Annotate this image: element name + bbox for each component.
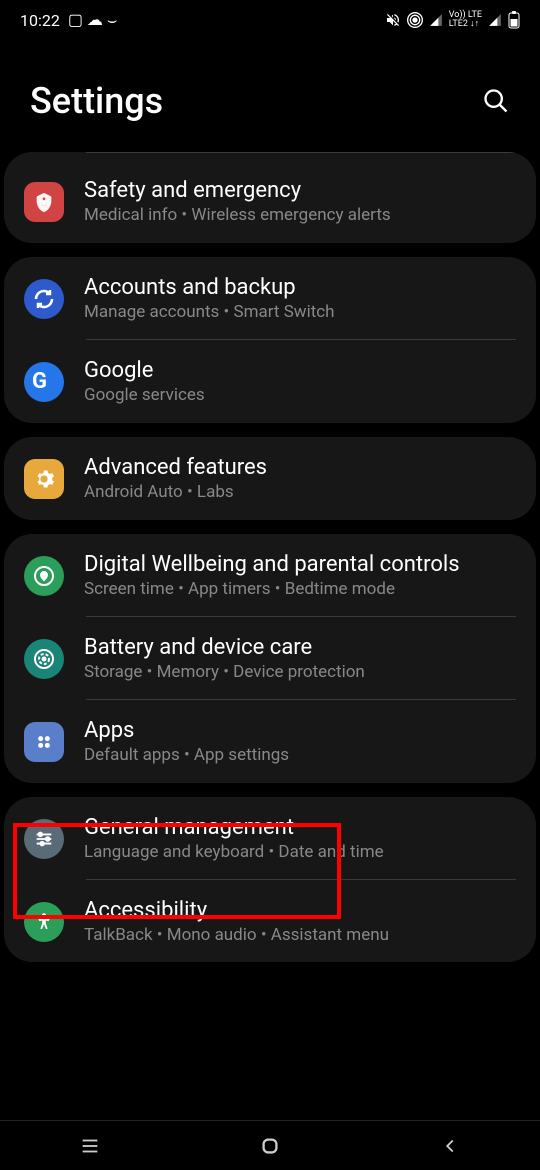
setting-subtitle: Default apps • App settings <box>84 745 516 765</box>
accounts-icon <box>24 279 64 319</box>
safety-icon <box>24 182 64 222</box>
lte-indicator: Vo)) LTELTE2 ↓↑ <box>449 11 482 29</box>
page-title: Settings <box>30 80 163 122</box>
setting-text: General managementLanguage and keyboard … <box>84 815 516 862</box>
settings-list: Safety and emergencyMedical info • Wirel… <box>0 152 540 962</box>
battery-icon <box>508 11 520 29</box>
status-indicators: ▢ ☁ ⌣ <box>68 10 118 30</box>
recent-apps-button[interactable] <box>60 1131 120 1161</box>
setting-text: Digital Wellbeing and parental controlsS… <box>84 552 516 599</box>
setting-item-battery[interactable]: Battery and device careStorage • Memory … <box>4 617 536 700</box>
svg-text:G: G <box>32 370 47 394</box>
status-left: 10:22 ▢ ☁ ⌣ <box>20 10 117 30</box>
setting-item-apps[interactable]: AppsDefault apps • App settings <box>4 700 536 783</box>
back-button[interactable] <box>420 1131 480 1161</box>
search-icon[interactable] <box>482 87 510 115</box>
hotspot-icon <box>407 12 423 28</box>
status-bar: 10:22 ▢ ☁ ⌣ Vo)) LTELTE2 ↓↑ <box>0 0 540 40</box>
setting-subtitle: Language and keyboard • Date and time <box>84 842 516 862</box>
setting-subtitle: Medical info • Wireless emergency alerts <box>84 205 516 225</box>
setting-subtitle: Google services <box>84 385 516 405</box>
setting-subtitle: Manage accounts • Smart Switch <box>84 302 516 322</box>
accessibility-icon <box>24 902 64 942</box>
setting-title: General management <box>84 815 516 840</box>
settings-group: Digital Wellbeing and parental controlsS… <box>4 534 536 783</box>
setting-item-advanced[interactable]: Advanced featuresAndroid Auto • Labs <box>4 437 536 520</box>
setting-subtitle: Storage • Memory • Device protection <box>84 662 516 682</box>
setting-title: Battery and device care <box>84 635 516 660</box>
setting-title: Digital Wellbeing and parental controls <box>84 552 516 577</box>
settings-group: Advanced featuresAndroid Auto • Labs <box>4 437 536 520</box>
general-icon <box>24 819 64 859</box>
google-icon: G <box>24 362 64 402</box>
setting-text: Battery and device careStorage • Memory … <box>84 635 516 682</box>
setting-text: AccessibilityTalkBack • Mono audio • Ass… <box>84 898 516 945</box>
setting-text: Accounts and backupManage accounts • Sma… <box>84 275 516 322</box>
setting-title: Advanced features <box>84 455 516 480</box>
wellbeing-icon <box>24 556 64 596</box>
setting-item-wellbeing[interactable]: Digital Wellbeing and parental controlsS… <box>4 534 536 617</box>
navigation-bar <box>0 1120 540 1170</box>
status-right: Vo)) LTELTE2 ↓↑ <box>385 11 520 29</box>
advanced-icon <box>24 459 64 499</box>
setting-item-accounts[interactable]: Accounts and backupManage accounts • Sma… <box>4 257 536 340</box>
setting-subtitle: Screen time • App timers • Bedtime mode <box>84 579 516 599</box>
home-button[interactable] <box>240 1131 300 1161</box>
mute-icon <box>385 12 401 28</box>
setting-title: Google <box>84 358 516 383</box>
apps-icon <box>24 722 64 762</box>
settings-group: Safety and emergencyMedical info • Wirel… <box>4 152 536 243</box>
setting-item-google[interactable]: G GoogleGoogle services <box>4 340 536 423</box>
setting-title: Accounts and backup <box>84 275 516 300</box>
setting-text: Advanced featuresAndroid Auto • Labs <box>84 455 516 502</box>
setting-title: Safety and emergency <box>84 178 516 203</box>
setting-item-safety[interactable]: Safety and emergencyMedical info • Wirel… <box>4 160 536 243</box>
signal-icon-1 <box>429 13 443 27</box>
status-time: 10:22 <box>20 11 60 30</box>
setting-text: AppsDefault apps • App settings <box>84 718 516 765</box>
settings-group: Accounts and backupManage accounts • Sma… <box>4 257 536 423</box>
setting-text: Safety and emergencyMedical info • Wirel… <box>84 178 516 225</box>
signal-icon-2 <box>488 13 502 27</box>
battery-icon <box>24 639 64 679</box>
setting-item-general[interactable]: General managementLanguage and keyboard … <box>4 797 536 880</box>
setting-subtitle: Android Auto • Labs <box>84 482 516 502</box>
setting-title: Apps <box>84 718 516 743</box>
setting-item-accessibility[interactable]: AccessibilityTalkBack • Mono audio • Ass… <box>4 880 536 962</box>
settings-group: General managementLanguage and keyboard … <box>4 797 536 962</box>
header: Settings <box>0 40 540 152</box>
setting-text: GoogleGoogle services <box>84 358 516 405</box>
setting-subtitle: TalkBack • Mono audio • Assistant menu <box>84 925 516 945</box>
setting-title: Accessibility <box>84 898 516 923</box>
